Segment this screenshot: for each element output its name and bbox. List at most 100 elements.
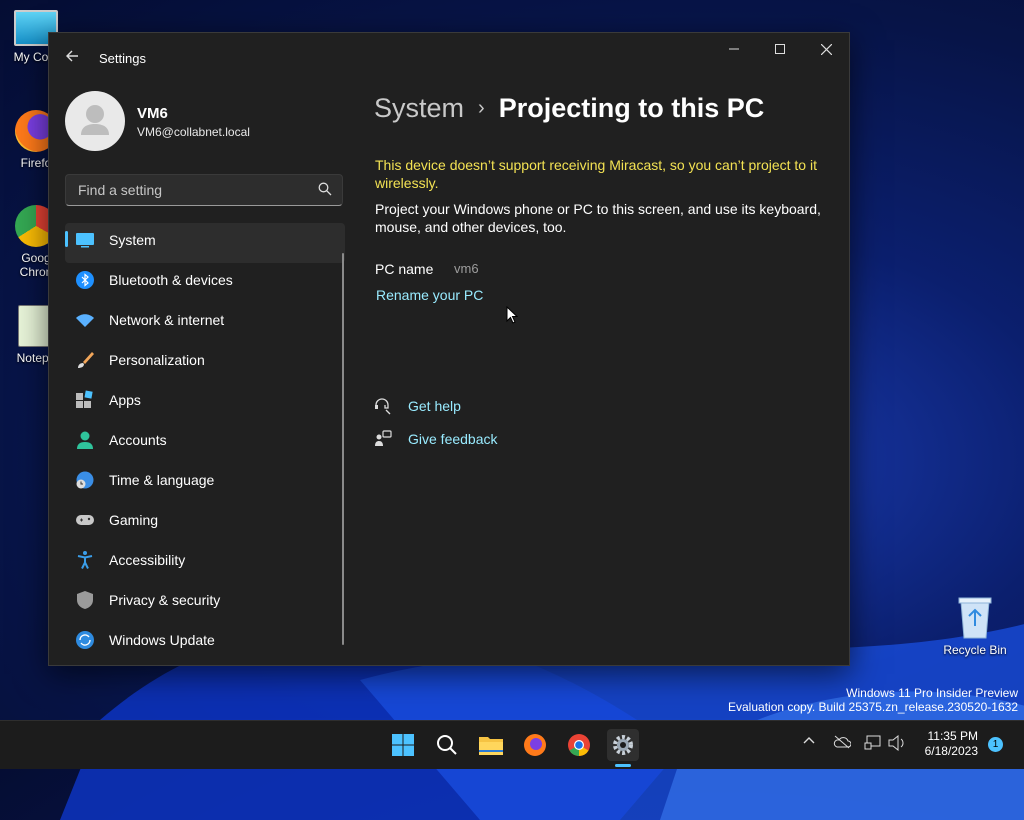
nav-item-personalization[interactable]: Personalization xyxy=(65,343,345,383)
maximize-button[interactable] xyxy=(757,33,803,65)
search-icon xyxy=(437,735,457,755)
feedback-icon xyxy=(375,430,392,446)
app-title: Settings xyxy=(99,51,146,66)
nav-item-label: Network & internet xyxy=(109,312,225,328)
nav-item-label: Apps xyxy=(109,392,141,408)
nav-item-label: Time & language xyxy=(109,472,215,488)
user-silhouette-icon xyxy=(81,105,109,135)
watermark-edition: Windows 11 Pro Insider Preview xyxy=(846,686,1018,700)
nav-item-label: Privacy & security xyxy=(109,592,221,608)
nav-item-label: Bluetooth & devices xyxy=(109,272,233,288)
nav-item-bluetooth[interactable]: Bluetooth & devices xyxy=(65,263,345,303)
apps-icon xyxy=(76,390,93,408)
minimize-button[interactable] xyxy=(711,33,757,65)
nav-item-network[interactable]: Network & internet xyxy=(65,303,345,343)
settings-window: Settings VM6 VM6@collabnet.local Syst xyxy=(48,32,850,666)
taskbar-clock[interactable]: 11:35 PM 6/18/2023 xyxy=(918,729,978,759)
recycle-bin-icon xyxy=(958,597,992,639)
nav-item-label: Gaming xyxy=(109,512,159,528)
pc-name-value: vm6 xyxy=(454,261,479,276)
nav-item-accounts[interactable]: Accounts xyxy=(65,423,345,463)
rename-pc-link[interactable]: Rename your PC xyxy=(376,287,483,303)
user-email: VM6@collabnet.local xyxy=(137,125,250,139)
nav-item-label: Accounts xyxy=(109,432,167,448)
taskbar-search-button[interactable] xyxy=(431,729,463,761)
nav-list: System Bluetooth & devices Network & int… xyxy=(65,223,345,663)
folder-icon xyxy=(479,737,503,755)
nav-item-windows-update[interactable]: Windows Update xyxy=(65,623,345,663)
breadcrumb: System › Projecting to this PC xyxy=(374,93,764,124)
windows-logo-icon xyxy=(392,734,414,756)
taskbar: 11:35 PM 6/18/2023 1 xyxy=(0,720,1024,769)
help-icon xyxy=(375,398,391,415)
brush-icon xyxy=(78,352,94,368)
notification-badge[interactable]: 1 xyxy=(988,737,1003,752)
back-arrow-icon xyxy=(66,50,78,62)
firefox-taskbar-button[interactable] xyxy=(519,729,551,761)
clock-date: 6/18/2023 xyxy=(924,744,978,758)
sidebar-scrollbar[interactable] xyxy=(342,253,344,645)
nav-item-accessibility[interactable]: Accessibility xyxy=(65,543,345,583)
desktop-icon-label: Firefo xyxy=(20,156,52,170)
nav-item-time-language[interactable]: Time & language xyxy=(65,463,345,503)
nav-item-label: Windows Update xyxy=(109,632,215,648)
accessibility-icon xyxy=(77,551,93,569)
person-icon xyxy=(77,431,93,449)
file-explorer-button[interactable] xyxy=(475,729,507,761)
back-button[interactable] xyxy=(63,49,81,67)
search-input[interactable] xyxy=(76,181,310,199)
build-watermark: Windows 11 Pro Insider Preview Evaluatio… xyxy=(728,686,1018,714)
get-help-label: Get help xyxy=(408,398,461,414)
speaker-icon xyxy=(888,734,904,752)
wifi-icon xyxy=(76,314,94,327)
network-icon xyxy=(864,735,881,750)
miracast-warning: This device doesn’t support receiving Mi… xyxy=(375,157,817,191)
close-button[interactable] xyxy=(803,33,849,65)
mouse-cursor-icon xyxy=(506,306,518,324)
nav-item-gaming[interactable]: Gaming xyxy=(65,503,345,543)
globe-clock-icon xyxy=(76,471,94,489)
active-app-indicator xyxy=(615,764,631,767)
system-icon xyxy=(76,233,94,248)
nav-item-label: Personalization xyxy=(109,352,205,368)
main-content: System › Projecting to this PC This device… xyxy=(374,83,829,665)
settings-taskbar-button[interactable] xyxy=(607,729,639,761)
cloud-offline-icon xyxy=(833,735,852,749)
clock-time: 11:35 PM xyxy=(927,729,978,743)
page-title: Projecting to this PC xyxy=(498,93,765,123)
nav-item-privacy[interactable]: Privacy & security xyxy=(65,583,345,623)
chrome-icon xyxy=(568,734,590,756)
volume-tray-button[interactable] xyxy=(887,734,907,755)
pc-name-label: PC name xyxy=(375,261,434,277)
breadcrumb-parent[interactable]: System xyxy=(374,93,464,123)
onedrive-tray-button[interactable] xyxy=(832,735,852,755)
recycle-bin-label: Recycle Bin xyxy=(943,643,1007,657)
firefox-icon xyxy=(524,734,546,756)
avatar[interactable] xyxy=(65,91,125,151)
search-icon[interactable] xyxy=(318,182,332,196)
minimize-icon xyxy=(729,48,739,50)
page-description: Project your Windows phone or PC to this… xyxy=(375,201,821,235)
chevron-right-icon: › xyxy=(478,97,485,119)
user-name: VM6 xyxy=(137,105,168,122)
nav-item-label: System xyxy=(109,232,156,248)
title-bar: Settings xyxy=(49,33,849,83)
sidebar: VM6 VM6@collabnet.local System Bluetooth… xyxy=(49,83,349,665)
shield-icon xyxy=(77,591,93,609)
nav-item-label: Accessibility xyxy=(109,552,186,568)
network-tray-button[interactable] xyxy=(863,735,883,755)
nav-item-apps[interactable]: Apps xyxy=(65,383,345,423)
chrome-taskbar-button[interactable] xyxy=(563,729,595,761)
gamepad-icon xyxy=(76,515,94,525)
gear-icon xyxy=(613,735,633,755)
nav-item-system[interactable]: System xyxy=(65,223,345,263)
show-hidden-icons-button[interactable] xyxy=(799,735,819,755)
watermark-build: Evaluation copy. Build 25375.zn_release.… xyxy=(728,700,1018,714)
desktop-icon-recycle-bin[interactable]: Recycle Bin xyxy=(940,596,1010,657)
search-box[interactable] xyxy=(65,174,343,206)
give-feedback-label: Give feedback xyxy=(408,431,498,447)
chevron-up-icon xyxy=(803,737,815,744)
maximize-icon xyxy=(775,44,785,54)
start-button[interactable] xyxy=(387,729,419,761)
close-icon xyxy=(820,43,832,55)
